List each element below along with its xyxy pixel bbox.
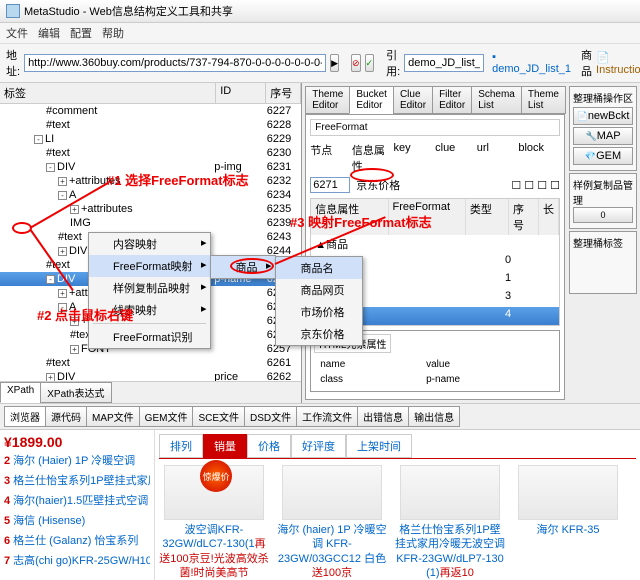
sub-product-page[interactable]: 商品网页 (276, 279, 362, 301)
ftab-source[interactable]: 源代码 (45, 406, 87, 427)
ftab-dsd[interactable]: DSD文件 (244, 406, 297, 427)
ranking-item[interactable]: 3格兰仕怡宝系列1P壁挂式家用冷 (4, 470, 150, 490)
node-input[interactable] (310, 177, 350, 193)
featured-price: ¥1899.00 (4, 434, 150, 450)
tab-theme-list[interactable]: Theme List (521, 86, 566, 114)
editor-tabs: Theme Editor Bucket Editor Clue Editor F… (305, 86, 565, 115)
browser-preview: ¥1899.00 2海尔 (Haier) 1P 冷暖空调3格兰仕怡宝系列1P壁挂… (0, 430, 640, 580)
bucket-tag-box: 整理桶标签 (569, 231, 637, 294)
tab-filter-editor[interactable]: Filter Editor (432, 86, 472, 114)
tab-theme-editor[interactable]: Theme Editor (305, 86, 350, 114)
sort-tabs: 排列 销量 价格 好评度 上架时间 (159, 434, 636, 459)
bucket-ops-box: 整理桶操作区 📄newBckt 🔧MAP 💎GEM (569, 86, 637, 171)
tab-schema-list[interactable]: Schema List (471, 86, 522, 114)
ff-row[interactable]: ▲商品 (311, 235, 559, 253)
file-tabs: 浏览器 源代码 MAP文件 GEM文件 SCE文件 DSD文件 工作流文件 出错… (0, 403, 640, 430)
tree-row[interactable]: #text6230 (0, 146, 301, 160)
tree-row[interactable]: ++attributes6232 (0, 174, 301, 188)
tab-xpath-expr[interactable]: XPath表达式 (40, 382, 111, 403)
window-title: MetaStudio - Web信息结构定义工具和共享 (24, 3, 233, 19)
ff-node-row: 京东价格 ☐ ☐ ☐ ☐ (310, 176, 560, 194)
instruction-link[interactable]: 📄 Instruction (596, 51, 640, 76)
ranking-item[interactable]: 4海尔(haier)1.5匹壁挂式空调 (4, 490, 150, 510)
ftab-error[interactable]: 出错信息 (357, 406, 409, 427)
sub-goods[interactable]: 商品 商品名 商品网页 市场价格 京东价格 (211, 256, 275, 278)
side-panel: 整理桶操作区 📄newBckt 🔧MAP 💎GEM 样例复制品管理 0 整理桶标… (565, 86, 637, 400)
menu-file[interactable]: 文件 (6, 25, 28, 41)
sort-price[interactable]: 价格 (247, 434, 291, 458)
tree-row[interactable]: IMG6239 (0, 216, 301, 230)
sub-market-price[interactable]: 市场价格 (276, 301, 362, 323)
product-card[interactable]: 格兰仕怡宝系列1P壁挂式家用冷暖无波空调KFR-23GW/dLP7-130 (1… (395, 465, 505, 580)
product-card[interactable]: 海尔 (haier) 1P 冷暖空调 KFR-23GW/03GCC12 白色送1… (277, 465, 387, 580)
tree-row[interactable]: -LI6229 (0, 132, 301, 146)
address-input[interactable] (24, 54, 326, 72)
product-card[interactable]: 惊爆价波空调KFR-32GW/dLC7-130(1再送100京豆!光波高效杀菌!… (159, 465, 269, 580)
ftab-browser[interactable]: 浏览器 (4, 406, 46, 427)
bottom-tabs: XPath XPath表达式 (0, 381, 301, 403)
window-title-bar: MetaStudio - Web信息结构定义工具和共享 (0, 0, 640, 23)
tab-bucket-editor[interactable]: Bucket Editor (349, 86, 394, 114)
tree-row[interactable]: #text6261 (0, 356, 301, 370)
ftab-sce[interactable]: SCE文件 (192, 406, 245, 427)
ranking-item[interactable]: 2海尔 (Haier) 1P 冷暖空调 (4, 450, 150, 470)
ref-link[interactable]: ▪ demo_JD_list_1 (492, 51, 571, 75)
menu-edit[interactable]: 编辑 (38, 25, 60, 41)
new-bucket-button[interactable]: 📄newBckt (573, 107, 633, 125)
goods-label: 商品 (581, 47, 592, 79)
ff-header: 节点信息属性keyclueurlblock (310, 140, 560, 176)
ctx-clue-map[interactable]: 线索映射 (89, 299, 210, 321)
ranking-item[interactable]: 6格兰仕 (Galanz) 怡宝系列 (4, 530, 150, 550)
submenu-1: 商品 商品名 商品网页 市场价格 京东价格 (210, 255, 276, 279)
tree-row[interactable]: #text6228 (0, 118, 301, 132)
go-button[interactable]: ▶ (330, 54, 339, 72)
sort-rating[interactable]: 好评度 (291, 434, 346, 458)
tree-row[interactable]: -A6234 (0, 188, 301, 202)
tree-row[interactable]: ++attributes6235 (0, 202, 301, 216)
address-label: 地址: (6, 47, 20, 79)
ref-input[interactable] (404, 54, 484, 72)
tab-xpath[interactable]: XPath (0, 382, 41, 403)
sort-newest[interactable]: 上架时间 (346, 434, 412, 458)
app-icon (6, 4, 20, 18)
freeformat-title: FreeFormat (310, 119, 560, 136)
submenu-2: 商品名 商品网页 市场价格 京东价格 (275, 256, 363, 346)
ctx-ff-detect[interactable]: FreeFormat识别 (89, 326, 210, 348)
tree-header: 标签 ID 序号 (0, 83, 301, 104)
ftab-gem[interactable]: GEM文件 (139, 406, 194, 427)
stop-button[interactable]: ⊘ (351, 54, 361, 72)
map-button[interactable]: 🔧MAP (573, 127, 633, 145)
ref-label: 引用: (386, 47, 400, 79)
ranking-item[interactable]: 5海信 (Hisense) (4, 510, 150, 530)
tree-row[interactable]: -DIVp-img6231 (0, 160, 301, 174)
menu-help[interactable]: 帮助 (102, 25, 124, 41)
tree-row[interactable]: +DIVprice6262 (0, 370, 301, 381)
ranking-item[interactable]: 7志高(chi go)KFR-25GW/H104+N3 (4, 550, 150, 570)
sample-mgmt-box: 样例复制品管理 0 (569, 173, 637, 229)
address-bar: 地址: ▶ ⊘ ✓ 引用: ▪ demo_JD_list_1 商品 📄 Inst… (0, 44, 640, 83)
product-card[interactable]: 海尔 KFR-35 (513, 465, 623, 580)
gem-button[interactable]: 💎GEM (573, 147, 633, 165)
sort-default[interactable]: 排列 (159, 434, 203, 458)
ctx-content-map[interactable]: 内容映射 (89, 233, 210, 255)
ftab-workflow[interactable]: 工作流文件 (296, 406, 358, 427)
ftab-map[interactable]: MAP文件 (86, 406, 140, 427)
right-pane: Theme Editor Bucket Editor Clue Editor F… (302, 83, 640, 403)
ctx-freeformat-map[interactable]: FreeFormat映射 商品 商品名 商品网页 市场价格 京东价格 (89, 255, 210, 277)
browser-main: 排列 销量 价格 好评度 上架时间 惊爆价波空调KFR-32GW/dLC7-13… (155, 430, 640, 580)
browser-sidebar: ¥1899.00 2海尔 (Haier) 1P 冷暖空调3格兰仕怡宝系列1P壁挂… (0, 430, 155, 580)
tab-clue-editor[interactable]: Clue Editor (393, 86, 433, 114)
sort-sales[interactable]: 销量 (203, 434, 247, 458)
refresh-button[interactable]: ✓ (365, 54, 375, 72)
menu-bar: 文件 编辑 配置 帮助 (0, 23, 640, 44)
tree-row[interactable]: #comment6227 (0, 104, 301, 118)
menu-config[interactable]: 配置 (70, 25, 92, 41)
sub-product-name[interactable]: 商品名 (276, 257, 362, 279)
sample-button[interactable]: 0 (573, 207, 633, 223)
ctx-sample-map[interactable]: 样例复制品映射 (89, 277, 210, 299)
context-menu: 内容映射 FreeFormat映射 商品 商品名 商品网页 市场价格 京东价格 … (88, 232, 211, 349)
sub-jd-price[interactable]: 京东价格 (276, 323, 362, 345)
ftab-output[interactable]: 输出信息 (408, 406, 460, 427)
